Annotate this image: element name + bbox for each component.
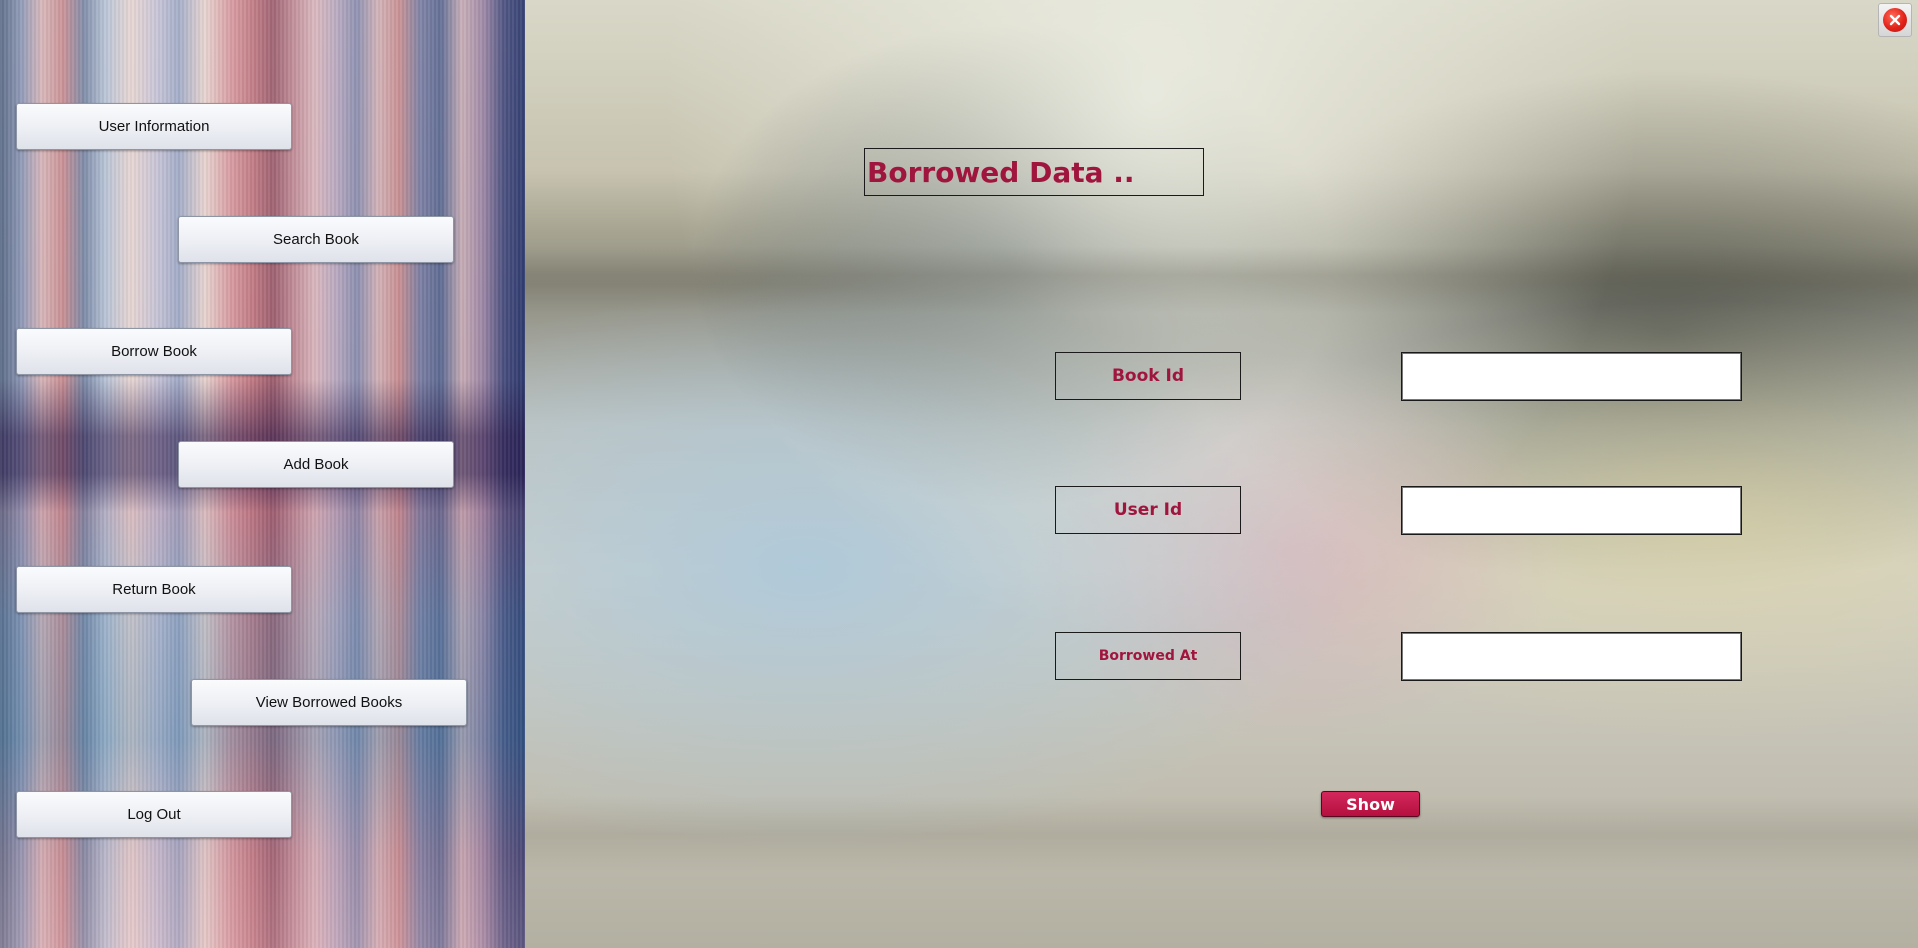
return-book-button[interactable]: Return Book bbox=[16, 566, 292, 613]
borrowed-at-label-text: Borrowed At bbox=[1098, 648, 1198, 664]
book-id-label: Book Id bbox=[1055, 352, 1241, 400]
search-book-button[interactable]: Search Book bbox=[178, 216, 454, 263]
app-window: User Information Search Book Borrow Book… bbox=[0, 0, 1918, 948]
borrowed-at-input[interactable] bbox=[1401, 632, 1742, 681]
book-id-label-text: Book Id bbox=[1111, 366, 1185, 386]
close-x-glyph bbox=[1889, 14, 1901, 26]
borrow-book-button[interactable]: Borrow Book bbox=[16, 328, 292, 375]
show-button-label: Show bbox=[1346, 794, 1395, 814]
page-title: Borrowed Data .. bbox=[864, 148, 1204, 196]
close-icon bbox=[1883, 8, 1907, 32]
view-borrowed-books-label: View Borrowed Books bbox=[255, 694, 403, 711]
borrowed-at-label: Borrowed At bbox=[1055, 632, 1241, 680]
user-id-label: User Id bbox=[1055, 486, 1241, 534]
log-out-label: Log Out bbox=[127, 806, 181, 823]
return-book-label: Return Book bbox=[112, 581, 196, 598]
user-information-button[interactable]: User Information bbox=[16, 103, 292, 150]
borrow-book-label: Borrow Book bbox=[111, 343, 197, 360]
view-borrowed-books-button[interactable]: View Borrowed Books bbox=[191, 679, 467, 726]
search-book-label: Search Book bbox=[273, 231, 359, 248]
user-id-label-text: User Id bbox=[1113, 500, 1183, 520]
page-title-text: Borrowed Data .. bbox=[867, 155, 1135, 189]
user-id-input[interactable] bbox=[1401, 486, 1742, 535]
main-panel bbox=[525, 0, 1918, 948]
add-book-button[interactable]: Add Book bbox=[178, 441, 454, 488]
user-information-label: User Information bbox=[98, 118, 210, 135]
show-button[interactable]: Show bbox=[1321, 791, 1420, 817]
add-book-label: Add Book bbox=[283, 456, 349, 473]
close-button[interactable] bbox=[1878, 3, 1912, 37]
book-id-input[interactable] bbox=[1401, 352, 1742, 401]
log-out-button[interactable]: Log Out bbox=[16, 791, 292, 838]
